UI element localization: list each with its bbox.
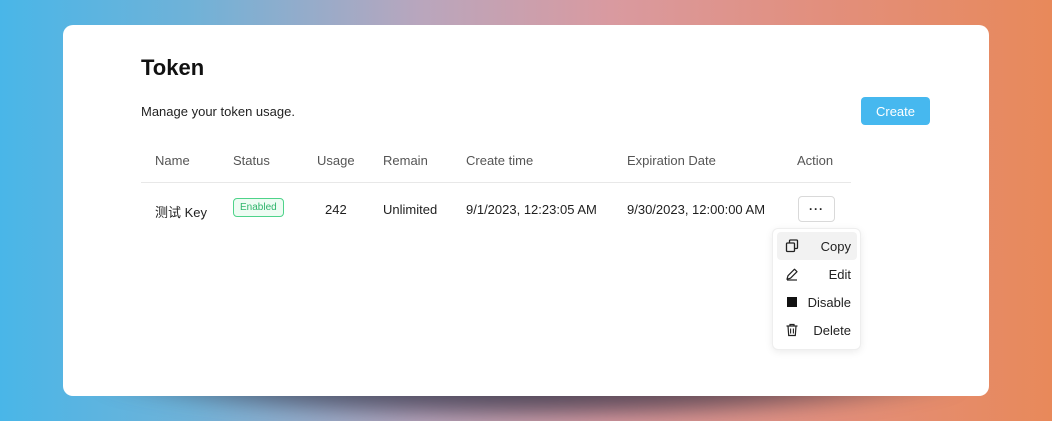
token-expiration-date: 9/30/2023, 12:00:00 AM (627, 202, 766, 217)
column-header-remain: Remain (383, 153, 428, 168)
menu-item-disable[interactable]: Disable (777, 288, 857, 316)
action-dropdown-menu: Copy Edit Disable Delete (772, 228, 861, 350)
column-header-usage: Usage (317, 153, 355, 168)
create-button[interactable]: Create (861, 97, 930, 125)
table-row: 测试 Key Enabled 242 Unlimited 9/1/2023, 1… (141, 183, 851, 235)
column-header-status: Status (233, 153, 270, 168)
page-subtitle: Manage your token usage. (141, 104, 295, 119)
menu-item-label: Disable (807, 294, 851, 310)
menu-item-label: Copy (820, 238, 851, 254)
pen-icon (785, 267, 799, 281)
column-header-name: Name (155, 153, 190, 168)
menu-item-delete[interactable]: Delete (777, 316, 857, 344)
menu-item-edit[interactable]: Edit (777, 260, 857, 288)
more-actions-button[interactable]: ··· (798, 196, 835, 222)
token-usage: 242 (325, 202, 347, 217)
stop-icon (785, 295, 799, 309)
column-header-expiration-date: Expiration Date (627, 153, 716, 168)
menu-item-copy[interactable]: Copy (777, 232, 857, 260)
token-name: 测试 Key (155, 205, 208, 220)
column-header-create-time: Create time (466, 153, 534, 168)
token-create-time: 9/1/2023, 12:23:05 AM (466, 202, 597, 217)
copy-icon (785, 239, 799, 253)
column-header-action: Action (797, 153, 834, 168)
menu-item-label: Delete (813, 322, 851, 338)
page-title: Token (141, 55, 205, 80)
status-badge: Enabled (233, 198, 284, 217)
trash-icon (785, 323, 799, 337)
token-remain: Unlimited (383, 202, 438, 217)
menu-item-label: Edit (828, 266, 851, 282)
